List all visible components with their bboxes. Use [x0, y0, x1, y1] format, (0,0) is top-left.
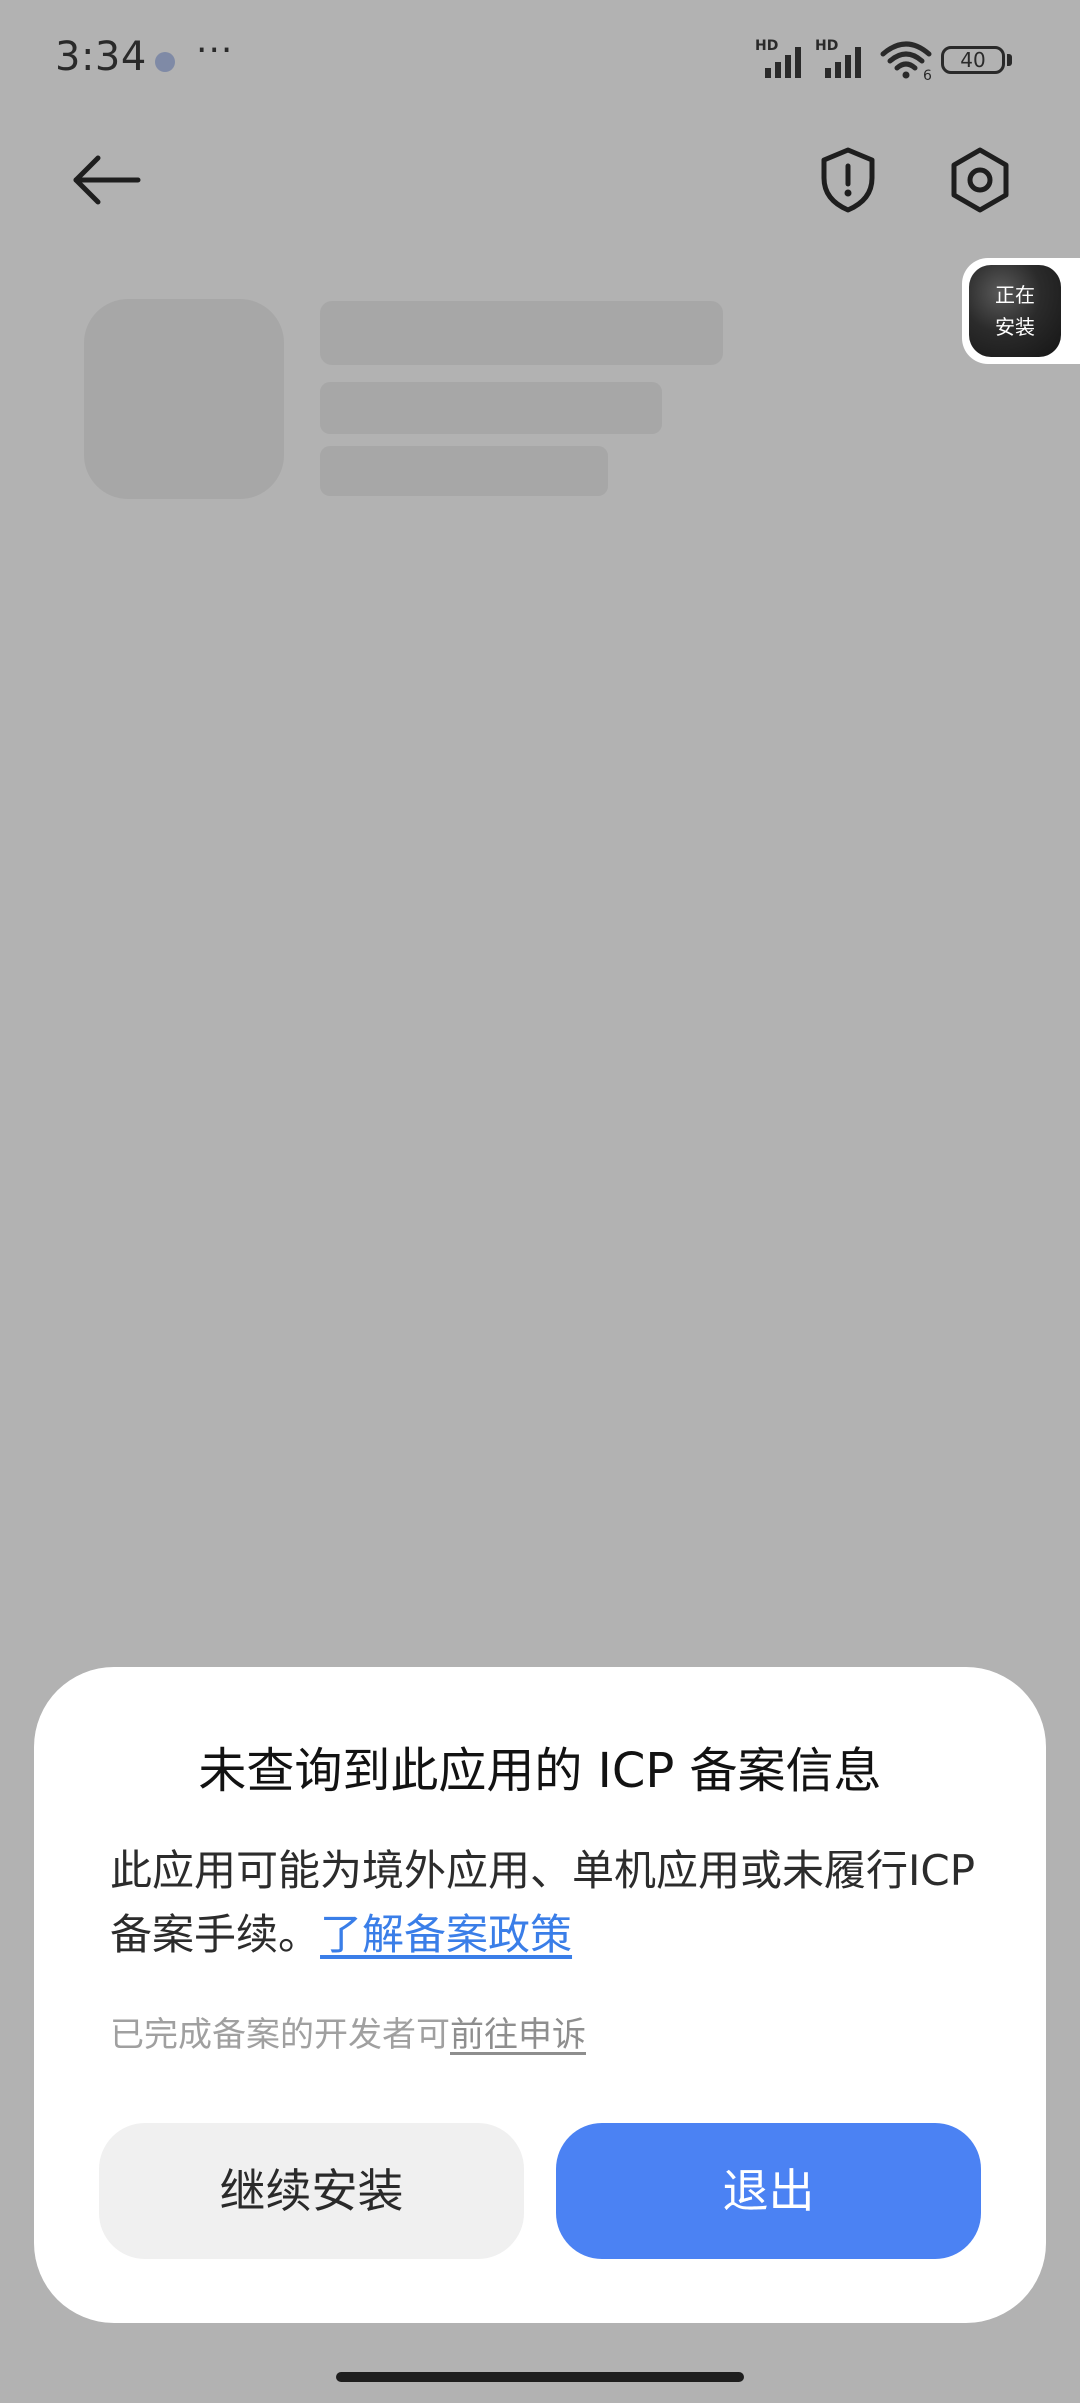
appeal-link[interactable]: 前往申诉 [450, 2015, 586, 2055]
battery-icon: 40 [941, 46, 1005, 74]
battery-cap [1007, 54, 1012, 66]
wifi-icon: 6 [879, 40, 933, 84]
installing-app-thumbnail: 正在 安装 [969, 265, 1061, 357]
exit-button[interactable]: 退出 [556, 2123, 981, 2259]
app-info-placeholder [320, 446, 608, 496]
continue-install-button[interactable]: 继续安装 [99, 2123, 524, 2259]
cellular-signal-2-icon: HD [815, 38, 869, 82]
app-developer-placeholder [320, 382, 662, 434]
arrow-left-icon [73, 155, 141, 205]
status-bar: 3:34 ··· HD HD 6 40 [0, 0, 1080, 120]
home-gesture-bar[interactable] [336, 2372, 744, 2382]
status-time: 3:34 [55, 34, 147, 80]
dialog-hint: 已完成备案的开发者可前往申诉 [110, 2007, 586, 2056]
security-check-button[interactable] [808, 140, 888, 220]
status-icons: HD HD 6 40 [755, 38, 1015, 84]
settings-button[interactable] [940, 140, 1020, 220]
wifi-6-label: 6 [923, 68, 932, 80]
dialog-hint-text: 已完成备案的开发者可 [110, 2015, 450, 2055]
installing-label: 正在 安装 [995, 283, 1035, 339]
installing-floating-bubble[interactable]: 正在 安装 [962, 258, 1080, 364]
app-icon-placeholder [84, 299, 284, 499]
icp-warning-dialog: 未查询到此应用的 ICP 备案信息 此应用可能为境外应用、单机应用或未履行ICP… [34, 1667, 1046, 2323]
dialog-title: 未查询到此应用的 ICP 备案信息 [198, 1743, 882, 1799]
back-button[interactable] [66, 140, 156, 220]
dialog-message: 此应用可能为境外应用、单机应用或未履行ICP 备案手续。了解备案政策 [110, 1839, 990, 1967]
notification-app-icon [155, 52, 175, 72]
cellular-signal-1-icon: HD [755, 38, 809, 82]
hexagon-gear-icon [951, 147, 1009, 213]
more-notifications-icon: ··· [196, 30, 234, 71]
shield-exclamation-icon [821, 147, 875, 213]
learn-filing-policy-link[interactable]: 了解备案政策 [320, 1910, 572, 1959]
app-name-placeholder [320, 301, 723, 365]
